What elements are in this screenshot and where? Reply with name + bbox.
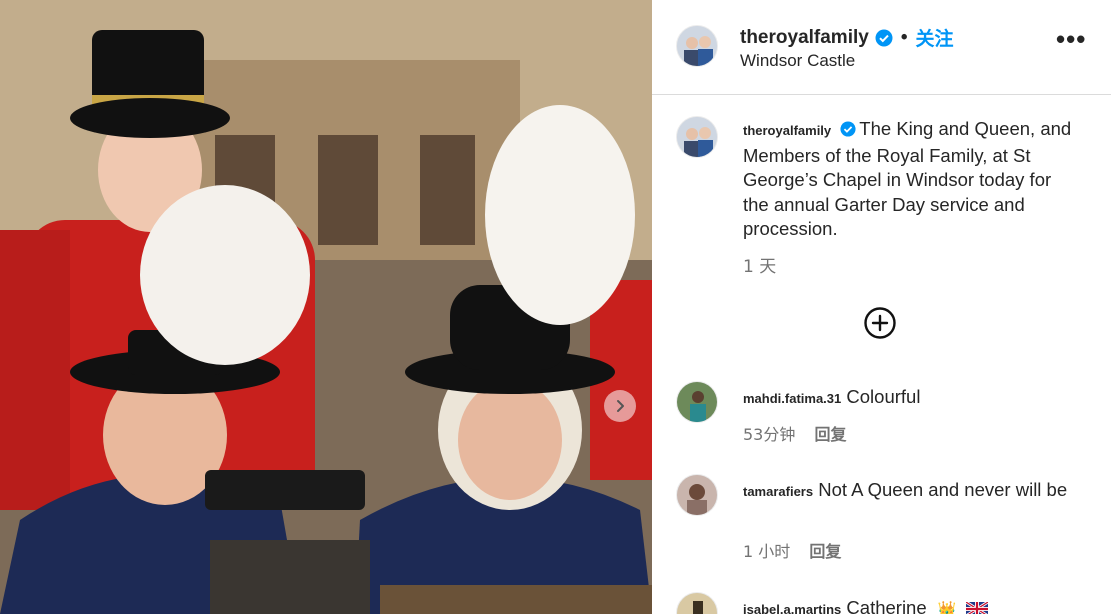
comment-text: Not A Queen and never will be <box>818 479 1068 500</box>
comment-meta: 1 小时 回复 <box>743 538 841 562</box>
post-side-panel: theroyalfamily • 关注 Windsor Castle ••• t… <box>652 0 1111 614</box>
comment-body: tamarafiers Not A Queen and never will b… <box>743 476 1088 506</box>
comment-text: Catherine <box>846 597 927 614</box>
author-row: theroyalfamily • 关注 <box>740 24 954 51</box>
separator-dot: • <box>900 26 908 48</box>
caption-username[interactable]: theroyalfamily <box>743 123 831 138</box>
crown-emoji-icon: 👑 <box>937 601 957 614</box>
post-location[interactable]: Windsor Castle <box>740 51 855 71</box>
plus-circle-icon <box>864 307 896 339</box>
comment-text: Colourful <box>846 386 921 407</box>
reply-button[interactable]: 回复 <box>809 542 841 561</box>
reply-button[interactable]: 回复 <box>814 425 846 444</box>
comment-username[interactable]: tamarafiers <box>743 484 813 499</box>
more-options-icon[interactable]: ••• <box>1056 26 1086 52</box>
comment-time[interactable]: 53分钟 <box>743 425 795 444</box>
commenter-avatar[interactable] <box>676 592 718 614</box>
verified-badge-icon <box>840 121 856 137</box>
comment-meta: 53分钟 回复 <box>743 421 846 445</box>
comment-body: isabel.a.martins Catherine 👑 <box>743 594 1088 614</box>
uk-flag-icon <box>965 602 988 614</box>
caption-author-avatar[interactable] <box>676 116 718 158</box>
caption-timestamp[interactable]: 1 天 <box>743 252 776 277</box>
author-username[interactable]: theroyalfamily <box>740 27 869 49</box>
comment-body: mahdi.fatima.31 Colourful <box>743 383 1088 413</box>
verified-badge-icon <box>875 29 893 46</box>
chevron-right-icon <box>617 400 624 412</box>
next-image-button[interactable] <box>604 390 636 422</box>
commenter-avatar[interactable] <box>676 474 718 516</box>
comment-time[interactable]: 1 小时 <box>743 542 790 561</box>
author-avatar[interactable] <box>676 25 718 67</box>
post-header: theroyalfamily • 关注 Windsor Castle ••• <box>652 0 1111 95</box>
follow-button[interactable]: 关注 <box>915 24 953 51</box>
post-photo[interactable] <box>0 0 652 614</box>
comment-username[interactable]: isabel.a.martins <box>743 602 841 614</box>
royal-procession-image <box>0 0 652 614</box>
comment-username[interactable]: mahdi.fatima.31 <box>743 391 841 406</box>
caption-text-block: theroyalfamily The King and Queen, and M… <box>743 117 1073 242</box>
load-more-comments-button[interactable] <box>863 306 897 340</box>
commenter-avatar[interactable] <box>676 381 718 423</box>
